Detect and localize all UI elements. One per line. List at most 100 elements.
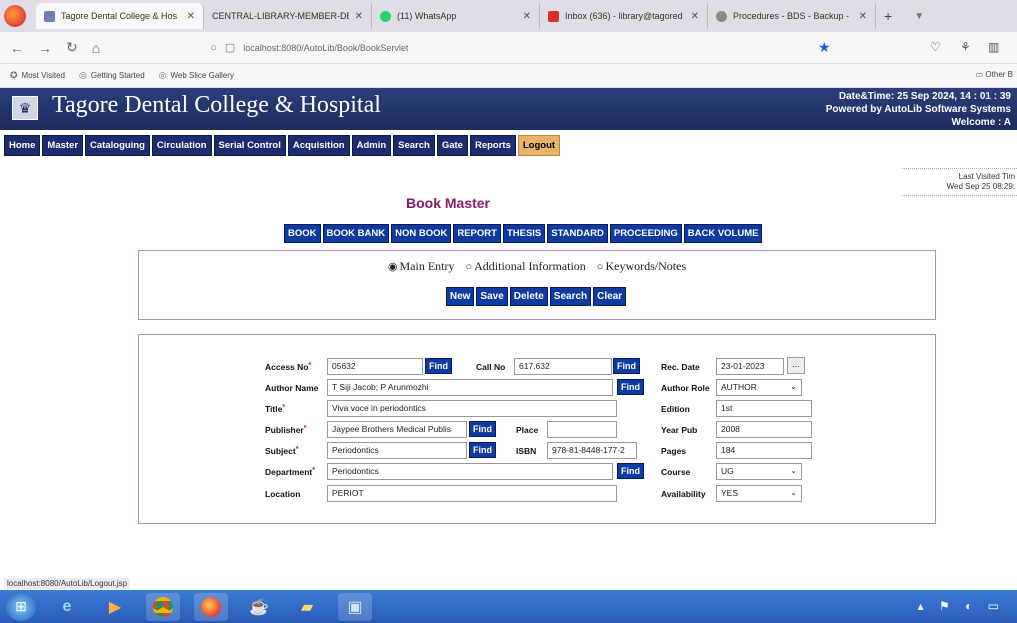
forward-arrow-icon[interactable]: → <box>38 40 52 56</box>
chrome-icon[interactable] <box>146 592 180 621</box>
type-report[interactable]: REPORT <box>453 224 501 243</box>
type-book-bank[interactable]: BOOK BANK <box>322 224 390 243</box>
extensions-icon[interactable]: ⚘ <box>960 40 971 54</box>
start-button[interactable]: ⊞ <box>6 592 36 621</box>
tab-inbox[interactable]: Inbox (636) - library@tagored ✕ <box>540 3 708 29</box>
type-back-volume[interactable]: BACK VOLUME <box>683 224 763 243</box>
save-button[interactable]: Save <box>476 287 508 306</box>
menu-circulation[interactable]: Circulation <box>151 134 212 156</box>
shield-icon: ○ <box>210 41 217 54</box>
last-visited: Last Visited Tim Wed Sep 25 08:29: <box>902 168 1017 196</box>
type-thesis[interactable]: THESIS <box>502 224 546 243</box>
access-no-field[interactable]: 05632 <box>327 358 423 375</box>
menu-reports[interactable]: Reports <box>469 134 516 156</box>
other-bookmarks[interactable]: ▭ Other B <box>976 70 1013 79</box>
course-select[interactable]: UG ⌄ <box>716 463 802 480</box>
college-title: Tagore Dental College & Hospital <box>52 92 381 118</box>
app-window-icon[interactable]: ▣ <box>338 592 372 621</box>
firefox-icon[interactable] <box>194 592 228 621</box>
subject-find-button[interactable]: Find <box>469 442 496 458</box>
close-tab-icon[interactable]: ✕ <box>355 11 363 22</box>
availability-label: Availability <box>661 489 706 499</box>
app-header: ♛ Tagore Dental College & Hospital Date&… <box>0 88 1017 130</box>
department-field[interactable]: Periodontics <box>327 463 613 480</box>
new-tab-icon[interactable]: + <box>884 8 892 24</box>
firefox-menu-icon[interactable] <box>4 5 26 27</box>
author-role-select[interactable]: AUTHOR ⌄ <box>716 379 802 396</box>
call-no-field[interactable]: 617.632 <box>514 358 612 375</box>
department-find-button[interactable]: Find <box>617 463 644 479</box>
publisher-field[interactable]: Jaypee Brothers Medical Publis <box>327 421 467 438</box>
tab-member-det[interactable]: CENTRAL-LIBRARY-MEMBER-DET ✕ <box>204 3 372 29</box>
back-arrow-icon[interactable]: ← <box>10 40 24 56</box>
reload-icon[interactable]: ↻ <box>66 39 78 56</box>
menu-serial-control[interactable]: Serial Control <box>213 134 286 156</box>
publisher-find-button[interactable]: Find <box>469 421 496 437</box>
tab-procedures[interactable]: Procedures - BDS - Backup - ✕ <box>708 3 876 29</box>
pocket-icon[interactable]: ♡ <box>930 40 941 54</box>
url-bar[interactable]: ○ ▢ localhost:8080/AutoLib/Book/BookServ… <box>210 37 770 59</box>
location-field[interactable]: PERIOT <box>327 485 617 502</box>
radio-checked-icon: ◉ <box>387 261 398 273</box>
author-name-field[interactable]: T Siji Jacob; P Arunmozhi <box>327 379 613 396</box>
menu-master[interactable]: Master <box>42 134 84 156</box>
page-title: Book Master <box>405 195 491 211</box>
bookmark-star-icon[interactable]: ★ <box>818 39 831 56</box>
radio-main-entry[interactable]: ◉ Main Entry <box>388 259 455 273</box>
clear-button[interactable]: Clear <box>593 287 627 306</box>
bookmark-getting-started[interactable]: ◎ Getting Started <box>79 70 145 81</box>
folder-icon[interactable]: ▰ <box>290 593 324 621</box>
edition-field[interactable]: 1st <box>716 400 812 417</box>
gear-icon: ✪ <box>10 70 18 80</box>
tab-tagore[interactable]: Tagore Dental College & Hos ✕ <box>36 3 204 29</box>
subject-label: Subject* <box>265 446 299 456</box>
bookmark-web-slice[interactable]: ◎ Web Slice Gallery <box>159 70 234 81</box>
menu-home[interactable]: Home <box>4 134 41 156</box>
menu-search[interactable]: Search <box>393 134 435 156</box>
edition-label: Edition <box>661 404 690 414</box>
location-label: Location <box>265 489 301 499</box>
menu-acquisition[interactable]: Acquisition <box>287 134 350 156</box>
search-button[interactable]: Search <box>549 287 592 306</box>
date-picker-button[interactable]: ... <box>787 357 805 374</box>
system-tray[interactable]: ▴ ⚑ ◐ ▭ <box>918 599 1005 613</box>
media-player-icon[interactable]: ▶ <box>98 593 132 621</box>
rec-date-field[interactable]: 23-01-2023 <box>716 358 784 375</box>
close-tab-icon[interactable]: ✕ <box>859 11 867 22</box>
year-pub-field[interactable]: 2008 <box>716 421 812 438</box>
pages-field[interactable]: 184 <box>716 442 812 459</box>
type-book[interactable]: BOOK <box>284 224 321 243</box>
type-proceeding[interactable]: PROCEEDING <box>609 224 682 243</box>
place-field[interactable] <box>547 421 617 438</box>
library-icon[interactable]: ▥ <box>988 40 999 54</box>
tab-list-chevron-icon[interactable]: ▼ <box>914 11 924 22</box>
subject-field[interactable]: Periodontics <box>327 442 467 459</box>
menu-cataloguing[interactable]: Cataloguing <box>85 134 150 156</box>
radio-unchecked-icon: ○ <box>596 261 604 273</box>
welcome-text: Welcome : A <box>951 117 1011 128</box>
type-non-book[interactable]: NON BOOK <box>391 224 452 243</box>
new-button[interactable]: New <box>445 287 475 306</box>
availability-select[interactable]: YES ⌄ <box>716 485 802 502</box>
call-no-find-button[interactable]: Find <box>613 358 640 374</box>
course-label: Course <box>661 467 691 477</box>
type-standard[interactable]: STANDARD <box>547 224 608 243</box>
close-tab-icon[interactable]: ✕ <box>523 11 531 22</box>
close-tab-icon[interactable]: ✕ <box>691 11 699 22</box>
menu-admin[interactable]: Admin <box>351 134 392 156</box>
isbn-field[interactable]: 978-81-8448-177-2 <box>547 442 637 459</box>
title-field[interactable]: Viva voce in periodontics <box>327 400 617 417</box>
java-icon[interactable]: ☕ <box>242 593 276 621</box>
tab-whatsapp[interactable]: (11) WhatsApp ✕ <box>372 3 540 29</box>
radio-additional-information[interactable]: ○ Additional Information <box>465 259 585 273</box>
radio-keywords-notes[interactable]: ○ Keywords/Notes <box>597 259 686 273</box>
author-name-find-button[interactable]: Find <box>617 379 644 395</box>
access-no-find-button[interactable]: Find <box>425 358 452 374</box>
bookmark-most-visited[interactable]: ✪ Most Visited <box>10 70 65 81</box>
home-icon[interactable]: ⌂ <box>92 40 100 56</box>
delete-button[interactable]: Delete <box>509 287 548 306</box>
close-tab-icon[interactable]: ✕ <box>187 11 195 22</box>
menu-gate[interactable]: Gate <box>436 134 468 156</box>
menu-logout[interactable]: Logout <box>517 134 561 156</box>
ie-icon[interactable]: e <box>50 593 84 621</box>
